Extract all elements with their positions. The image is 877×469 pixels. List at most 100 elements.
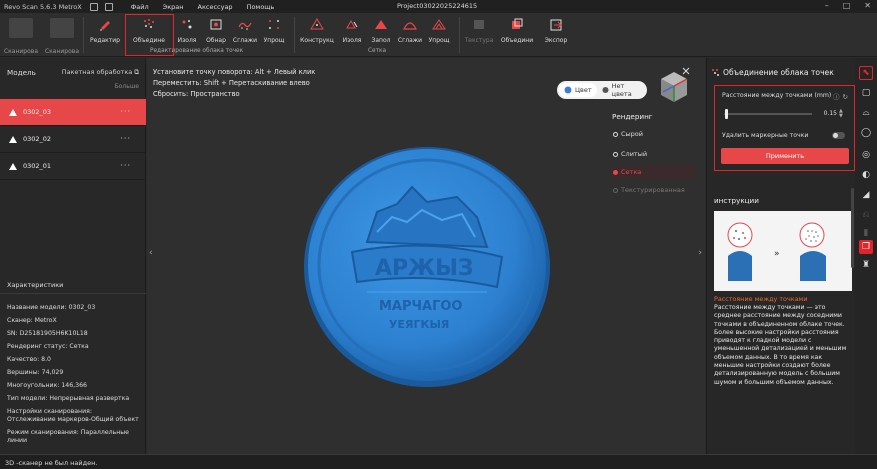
simplify-icon — [432, 19, 446, 30]
view-cube-icon[interactable] — [657, 66, 691, 106]
tool-edit[interactable]: Редактир — [86, 15, 124, 49]
remove-markers-toggle[interactable] — [832, 132, 845, 139]
hint-rotate: Установите точку поворота: Alt + Левый к… — [153, 68, 316, 76]
new-file-icon[interactable] — [89, 2, 98, 11]
merge-points-icon — [712, 69, 719, 76]
color-on-option[interactable]: Цвет — [559, 83, 597, 97]
model-icon — [9, 162, 17, 170]
copy-icon[interactable]: ❐ — [859, 240, 873, 254]
tool-construct[interactable]: Конструкц — [298, 15, 336, 49]
export-icon — [550, 19, 562, 31]
status-text: 3D -сканер не был найден. — [5, 459, 98, 467]
menu-view[interactable]: Экран — [163, 3, 184, 11]
more-options-icon[interactable]: ··· — [120, 107, 131, 116]
title-bar: Revo Scan 5.6.3 MetroX Файл Экран Аксесс… — [0, 0, 877, 13]
3d-viewport[interactable]: Установите точку поворота: Alt + Левый к… — [147, 58, 705, 454]
model-item-0302-02[interactable]: 0302_02 ··· — [0, 126, 146, 153]
model-panel: Модель Пакетная обработка ⧉ Больше 0302_… — [0, 58, 146, 454]
smooth-icon — [403, 22, 417, 30]
edit-icon — [100, 21, 110, 31]
render-option-mesh[interactable]: Сетка — [613, 165, 695, 179]
prop-sn: SN: D25181905H6K10L18 — [7, 330, 88, 337]
coin-3d-model[interactable]: АРЖЫЗ МАРЧАГОО УЕЯГКЫЯ — [297, 142, 557, 392]
color-icon — [564, 86, 572, 94]
prop-scan-mode-cont: линии — [7, 437, 28, 444]
model-item-0302-03[interactable]: 0302_03 ··· — [0, 99, 146, 126]
render-option-raw[interactable]: Сырой — [613, 127, 695, 141]
distance-value-input[interactable]: 0.15 — [815, 110, 837, 119]
maximize-icon[interactable]: □ — [843, 1, 851, 10]
distance-slider-handle[interactable] — [724, 109, 728, 119]
close-icon[interactable]: ✕ — [864, 1, 871, 10]
hint-reset: Сбросить: Пространство — [153, 90, 240, 98]
tool-combine[interactable]: Объедини — [498, 15, 536, 49]
panel-title: Объединение облака точек — [711, 68, 834, 77]
menu-bar: Файл Экран Аксессуар Помощь — [131, 3, 275, 11]
detect-icon — [210, 19, 222, 30]
model-panel-title: Модель — [7, 68, 36, 77]
radio-icon — [613, 151, 618, 157]
render-option-fused[interactable]: Слитый — [613, 147, 695, 161]
fill-icon — [375, 20, 387, 29]
scan-mode-button-1[interactable]: Сканирова — [2, 15, 40, 55]
properties-title: Характеристики — [7, 281, 64, 289]
distance-slider[interactable] — [724, 113, 812, 115]
render-option-textured[interactable]: Текстурированная — [613, 183, 695, 197]
menu-accessory[interactable]: Аксессуар — [198, 3, 233, 11]
tool-texture[interactable]: Текстура — [460, 15, 498, 49]
group-label-mesh: Сетка — [368, 48, 387, 54]
reset-icon[interactable]: ↻ — [843, 93, 851, 101]
rendering-title: Рендеринг — [612, 112, 653, 121]
lasso-select-icon[interactable]: ⌓ — [859, 106, 873, 120]
info-icon[interactable]: ⓘ — [833, 93, 843, 101]
smooth-icon — [238, 22, 252, 30]
scanner-icon — [50, 18, 74, 38]
brush-select-icon[interactable]: ◯ — [859, 126, 873, 140]
collapse-right-icon[interactable]: › — [698, 248, 702, 258]
plane-cut-icon[interactable]: ◢ — [859, 188, 873, 202]
merge-point-cloud-panel: Объединение облака точек Расстояние межд… — [706, 58, 855, 454]
prop-scan-settings-label: Настройки сканирования: — [7, 408, 92, 415]
measure-icon[interactable]: ♜ — [859, 258, 873, 272]
menu-help[interactable]: Помощь — [247, 3, 275, 11]
collapse-left-icon[interactable]: ‹ — [149, 248, 153, 258]
side-tool-strip: ⬉ ▢ ⌓ ◯ ◎ ◐ ◢ ⎌ ▮ ❐ ♜ — [855, 58, 877, 454]
delete-icon[interactable]: ▮ — [859, 226, 873, 240]
tool-export[interactable]: Экспор — [537, 15, 575, 49]
model-name: 0302_03 — [23, 108, 52, 116]
invert-select-icon[interactable]: ◐ — [859, 168, 873, 182]
svg-text:МАРЧАГОО: МАРЧАГОО — [379, 299, 462, 314]
batch-icon: ⧉ — [134, 68, 139, 76]
tool-simplify-mesh[interactable]: Упрощ — [420, 15, 458, 49]
color-mode-toggle[interactable]: Цвет Нет цвета — [557, 81, 647, 99]
select-tool-icon[interactable]: ⬉ — [859, 66, 873, 80]
distance-stepper[interactable]: ▲ ▼ — [839, 109, 843, 119]
more-button[interactable]: Больше — [115, 83, 139, 90]
svg-text:АРЖЫЗ: АРЖЫЗ — [375, 256, 474, 281]
apply-button[interactable]: Применить — [721, 148, 849, 164]
batch-processing-button[interactable]: Пакетная обработка ⧉ — [62, 68, 139, 77]
toolbar: Сканирова Сканирова Редактир Объедине Из… — [0, 13, 877, 57]
remove-markers-label: Удалить маркерные точки — [722, 132, 809, 139]
instructions-heading: Расстояние между точками — [714, 295, 808, 303]
combine-icon — [512, 18, 523, 29]
connected-select-icon[interactable]: ◎ — [859, 148, 873, 162]
model-icon — [9, 135, 17, 143]
prop-render-status: Рендеринг статус: Сетка — [7, 343, 89, 350]
no-color-icon — [602, 86, 609, 94]
scan-mode-button-2[interactable]: Сканирова — [43, 15, 81, 55]
menu-file[interactable]: Файл — [131, 3, 149, 11]
model-item-0302-01[interactable]: 0302_01 ··· — [0, 153, 146, 180]
minimize-icon[interactable]: – — [825, 1, 829, 10]
prop-model-type: Тип модели: Непрерывная развертка — [7, 395, 130, 402]
tool-simplify[interactable]: Упрощ — [255, 15, 293, 49]
selected-tool-highlight — [125, 14, 174, 56]
more-options-icon[interactable]: ··· — [120, 161, 131, 170]
rect-select-icon[interactable]: ▢ — [859, 86, 873, 100]
undo-icon[interactable]: ⎌ — [859, 208, 873, 222]
more-options-icon[interactable]: ··· — [120, 134, 131, 143]
panel-scrollbar[interactable] — [851, 188, 854, 268]
prop-scan-mode: Режим сканирования: Параллельные — [7, 429, 129, 436]
open-folder-icon[interactable] — [104, 2, 113, 11]
no-color-option[interactable]: Нет цвета — [597, 82, 647, 98]
